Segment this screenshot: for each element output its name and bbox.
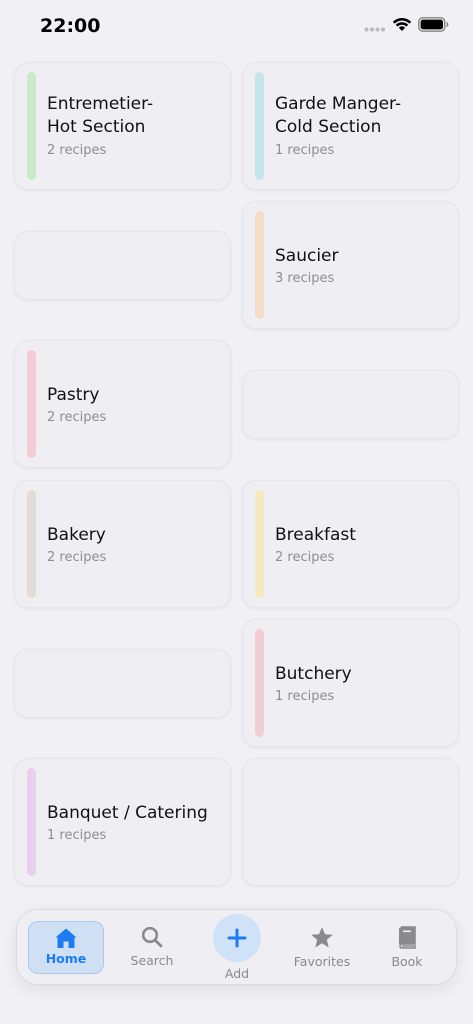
category-title: Butchery — [275, 664, 352, 684]
category-color-bar — [27, 72, 36, 180]
category-color-bar — [27, 490, 36, 598]
add-button-circle — [213, 914, 261, 962]
tab-add-label: Add — [224, 966, 250, 981]
category-card-saucier[interactable]: Saucier 3 recipes — [242, 201, 459, 329]
category-recipe-count: 1 recipes — [47, 828, 107, 843]
category-recipe-count: 2 recipes — [47, 143, 107, 158]
placeholder-card — [14, 649, 231, 718]
category-recipe-count: 1 recipes — [275, 689, 335, 704]
status-time: 22:00 — [40, 15, 101, 37]
tab-add[interactable]: Add — [207, 910, 267, 982]
category-recipe-count: 2 recipes — [275, 550, 335, 565]
category-title: Banquet / Catering — [47, 803, 208, 823]
battery-icon — [418, 17, 449, 32]
star-icon — [311, 927, 333, 948]
placeholder-card — [242, 758, 459, 886]
category-title: Pastry — [47, 385, 100, 405]
tab-home-label: Home — [45, 951, 87, 966]
category-card-pastry[interactable]: Pastry 2 recipes — [14, 340, 231, 468]
tab-book-label: Book — [391, 954, 423, 969]
tab-book[interactable]: Book — [377, 926, 437, 969]
search-icon — [141, 926, 163, 948]
category-color-bar — [27, 768, 36, 876]
status-bar: 22:00 — [0, 0, 473, 52]
placeholder-card — [14, 231, 231, 300]
house-icon — [55, 928, 77, 948]
category-color-bar — [27, 350, 36, 458]
category-card-butchery[interactable]: Butchery 1 recipes — [242, 619, 459, 747]
plus-icon — [227, 928, 247, 948]
tab-search-label: Search — [130, 953, 174, 968]
category-recipe-count: 3 recipes — [275, 271, 335, 286]
category-card-banquet-catering[interactable]: Banquet / Catering 1 recipes — [14, 758, 231, 886]
category-card-garde-manger[interactable]: Garde Manger- Cold Section 1 recipes — [242, 62, 459, 190]
tab-search[interactable]: Search — [121, 926, 183, 968]
category-card-bakery[interactable]: Bakery 2 recipes — [14, 480, 231, 608]
category-card-entremetier[interactable]: Entremetier- Hot Section 2 recipes — [14, 62, 231, 190]
wifi-icon — [392, 17, 412, 31]
category-recipe-count: 1 recipes — [275, 143, 335, 158]
category-title: Bakery — [47, 525, 106, 545]
category-title: Saucier — [275, 246, 339, 266]
category-title: Breakfast — [275, 525, 356, 545]
category-recipe-count: 2 recipes — [47, 410, 107, 425]
category-title: Garde Manger- Cold Section — [275, 94, 402, 137]
tab-favorites[interactable]: Favorites — [287, 926, 357, 969]
category-color-bar — [255, 629, 264, 737]
category-color-bar — [255, 72, 264, 180]
category-card-breakfast[interactable]: Breakfast 2 recipes — [242, 480, 459, 608]
signal-dots-icon — [364, 27, 385, 32]
placeholder-card — [242, 370, 459, 439]
tab-bar: Home Search Add Favorites Book — [16, 909, 457, 985]
category-color-bar — [255, 490, 264, 598]
screen: 22:00 Entremetier- Hot Section 2 recipes … — [0, 0, 473, 1024]
category-color-bar — [255, 211, 264, 319]
category-recipe-count: 2 recipes — [47, 550, 107, 565]
tab-home[interactable]: Home — [28, 921, 104, 974]
book-icon — [399, 926, 416, 949]
category-title: Entremetier- Hot Section — [47, 94, 154, 137]
tab-favorites-label: Favorites — [293, 954, 351, 969]
